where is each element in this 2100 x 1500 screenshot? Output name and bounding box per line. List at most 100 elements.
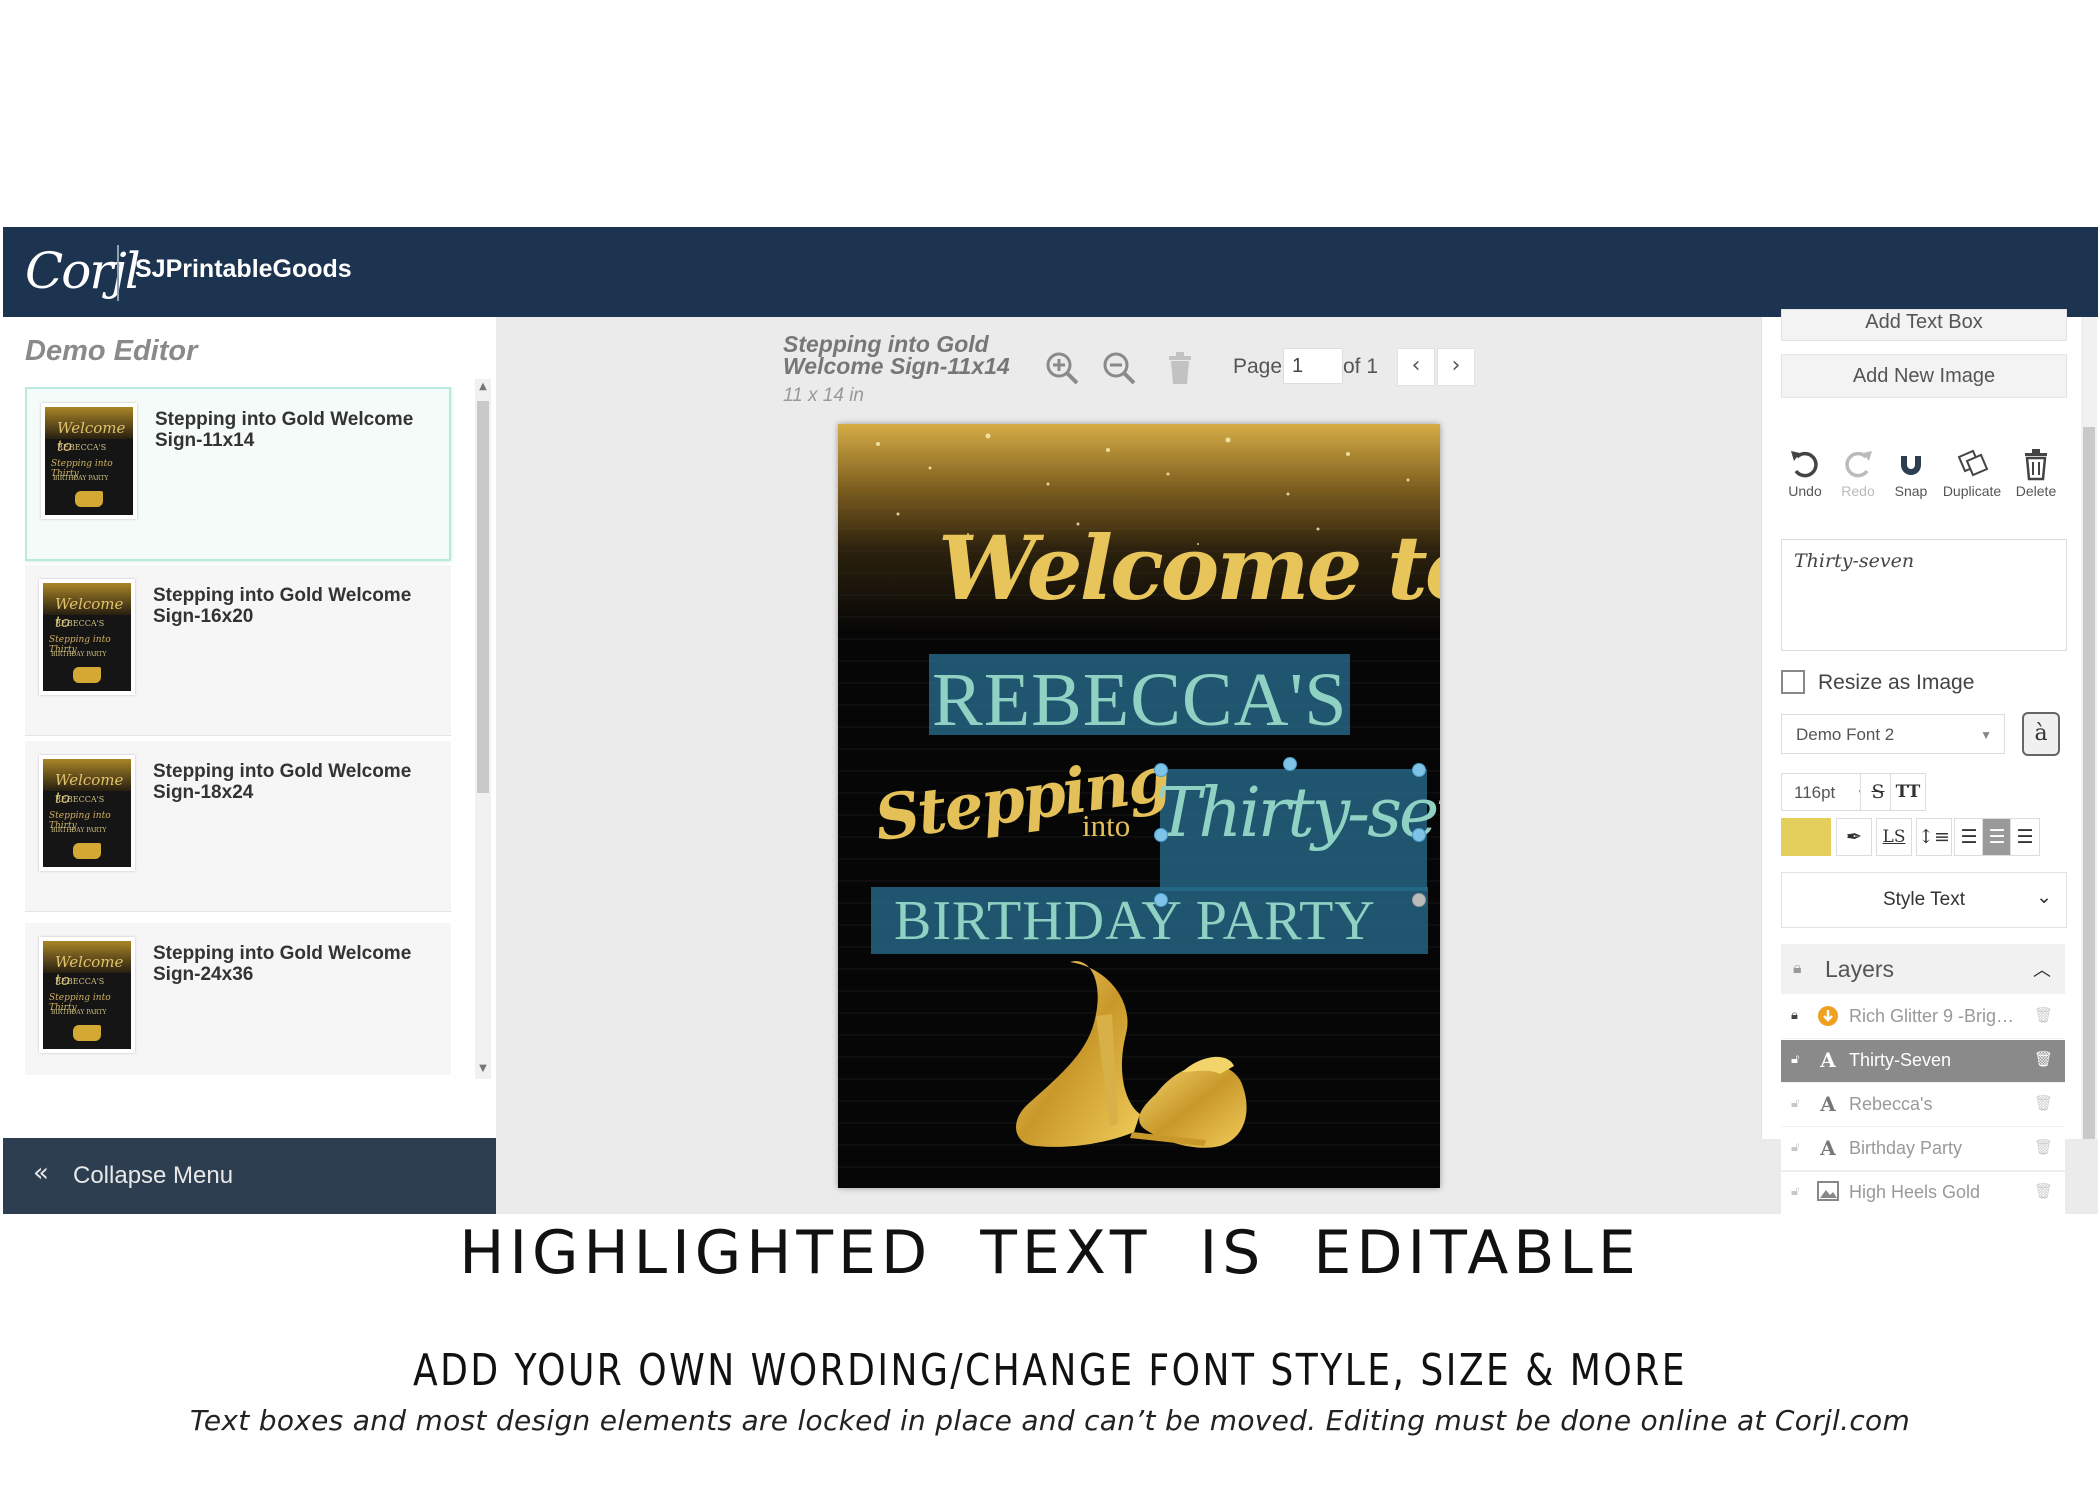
image-layer-icon — [1817, 1181, 1839, 1203]
resize-handle[interactable] — [1154, 828, 1168, 842]
snap-label: Snap — [1894, 483, 1928, 499]
page-label: Page — [1233, 355, 1283, 378]
welcome-to-text: Welcome to — [938, 516, 1440, 620]
resize-handle[interactable] — [1412, 828, 1426, 842]
align-left-button[interactable]: ☰ — [1954, 818, 1984, 856]
trash-icon[interactable]: 🗑︎ — [2034, 1182, 2053, 1200]
layer-row[interactable]: 🔓︎ A Birthday Party 🗑︎ — [1781, 1128, 2065, 1171]
layer-row[interactable]: 🔓︎ A Thirty-Seven 🗑︎ — [1781, 1040, 2065, 1083]
trash-icon[interactable]: 🗑︎ — [2034, 1006, 2053, 1024]
font-size-value: 116pt — [1794, 783, 1836, 802]
layer-name: Birthday Party — [1849, 1138, 1963, 1158]
thirty-seven-text[interactable]: Thirty-seven — [1156, 774, 1440, 853]
add-text-box-button[interactable]: Add Text Box — [1781, 309, 2067, 341]
resize-handle[interactable] — [1154, 893, 1168, 907]
zoom-out-button[interactable] — [1100, 349, 1138, 387]
sidebar-title: Demo Editor — [25, 335, 198, 367]
template-list: Welcome to REBECCA'S Stepping into Thirty B… — [25, 387, 455, 1075]
collapse-menu-label: Collapse Menu — [73, 1162, 234, 1189]
rotate-handle[interactable] — [1283, 757, 1297, 771]
letter-spacing-button[interactable]: LS — [1876, 818, 1912, 856]
undo-button[interactable]: Undo — [1775, 447, 1835, 499]
unlock-icon[interactable]: 🔓︎ — [1791, 1096, 1799, 1111]
trash-icon[interactable]: 🗑︎ — [2034, 1138, 2053, 1156]
next-page-button[interactable]: › — [1437, 348, 1475, 386]
text-layer-icon: A — [1820, 1048, 1836, 1072]
line-height-button[interactable]: ↕≡ — [1916, 818, 1952, 856]
document-size: 11 x 14 in — [783, 385, 864, 406]
corjl-logo[interactable]: Corjl — [25, 241, 141, 301]
layer-row[interactable]: 🔓︎ A Rebecca's 🗑︎ — [1781, 1084, 2065, 1127]
design-canvas[interactable]: Welcome to REBECCA'S Stepping into Thirt… — [838, 424, 1440, 1188]
properties-panel: Add Text Box Add New Image Undo Redo Sna… — [1761, 309, 2098, 1214]
scrollbar-thumb[interactable] — [477, 401, 489, 793]
resize-handle[interactable] — [1412, 763, 1426, 777]
template-thumbnail: Welcome to REBECCA'S Stepping into Thirty B… — [39, 579, 135, 695]
delete-button[interactable]: Delete — [2006, 447, 2066, 499]
layers-header[interactable]: 🔒︎ Layers ︿ — [1781, 944, 2065, 994]
template-list-scrollbar[interactable]: ▲ ▼ — [475, 379, 491, 1079]
text-content-editor[interactable]: Thirty-seven — [1781, 539, 2067, 651]
glyphs-button[interactable]: à — [2022, 712, 2060, 756]
scale-handle[interactable] — [1412, 893, 1426, 907]
resize-as-image-checkbox[interactable] — [1781, 670, 1805, 694]
rebecca-text[interactable]: REBECCA'S — [932, 657, 1347, 744]
chevron-right-icon: › — [1451, 353, 1461, 378]
unlock-icon[interactable]: 🔓︎ — [1791, 1140, 1799, 1155]
template-thumbnail: Welcome to REBECCA'S Stepping into Thirty B… — [41, 403, 137, 519]
lock-icon[interactable]: 🔒︎ — [1791, 1008, 1798, 1023]
magnet-icon — [1901, 451, 1921, 475]
duplicate-label: Duplicate — [1942, 483, 2002, 499]
layer-row[interactable]: 🔒︎ Rich Glitter 9 -Bright Gold 🗑︎ — [1781, 996, 2065, 1039]
unlock-icon[interactable]: 🔓︎ — [1791, 1184, 1799, 1199]
style-text-dropdown[interactable]: Style Text ⌄ — [1781, 872, 2067, 928]
logo-divider — [117, 245, 119, 301]
text-content-value[interactable]: Thirty-seven — [1794, 550, 1914, 572]
into-text: into — [1082, 808, 1131, 843]
duplicate-button[interactable]: Duplicate — [1934, 447, 2010, 499]
template-item[interactable]: Welcome to REBECCA'S Stepping into Thirty B… — [25, 741, 451, 912]
birthday-party-text[interactable]: BIRTHDAY PARTY — [894, 889, 1376, 953]
prev-page-button[interactable]: ‹ — [1397, 348, 1435, 386]
document-title: Stepping into Gold Welcome Sign-11x14 — [783, 331, 1010, 379]
page-number-input[interactable] — [1283, 348, 1343, 384]
align-right-icon: ☰ — [2016, 826, 2034, 848]
delete-page-button[interactable] — [1161, 349, 1199, 387]
shop-name[interactable]: SJPrintableGoods — [135, 255, 352, 284]
properties-scrollbar[interactable] — [2081, 317, 2097, 1139]
trash-icon[interactable]: 🗑︎ — [2034, 1094, 2053, 1112]
resize-as-image-label[interactable]: Resize as Image — [1818, 671, 1974, 695]
text-color-swatch[interactable] — [1781, 818, 1831, 856]
font-family-select[interactable]: Demo Font 2 ▼ — [1781, 714, 2005, 754]
snap-button[interactable]: Snap — [1881, 447, 1941, 499]
scroll-up-icon[interactable]: ▲ — [477, 381, 489, 392]
resize-handle[interactable] — [1154, 763, 1168, 777]
style-text-label: Style Text — [1882, 889, 1966, 910]
eyedropper-button[interactable]: ✒ — [1836, 818, 1872, 856]
headline-caption: HIGHLIGHTED TEXT IS EDITABLE — [459, 1218, 1641, 1288]
double-chevron-left-icon: « — [33, 1158, 49, 1188]
align-center-button[interactable]: ☰ — [1982, 818, 2012, 856]
layer-row[interactable]: 🔓︎ High Heels Gold 🗑︎ — [1781, 1172, 2065, 1214]
zoom-in-icon — [1046, 352, 1079, 385]
template-item[interactable]: Welcome to REBECCA'S Stepping into Thirty B… — [25, 387, 451, 561]
layer-name: Rich Glitter 9 -Bright Gold — [1849, 1006, 2019, 1026]
align-right-button[interactable]: ☰ — [2010, 818, 2040, 856]
scrollbar-thumb[interactable] — [2083, 427, 2095, 1139]
undo-label: Undo — [1788, 483, 1822, 499]
all-caps-button[interactable]: TT — [1890, 773, 1926, 811]
chevron-up-icon: ︿ — [2033, 960, 2051, 981]
collapse-menu-button[interactable]: « Collapse Menu — [3, 1138, 496, 1214]
scroll-down-icon[interactable]: ▼ — [477, 1063, 489, 1074]
template-item[interactable]: Welcome to REBECCA'S Stepping into Thirty B… — [25, 565, 451, 736]
text-layer-icon: A — [1820, 1136, 1836, 1160]
corjl-editor-window: Corjl SJPrintableGoods Demo Editor Welco… — [3, 227, 2098, 1214]
unlock-icon[interactable]: 🔓︎ — [1791, 1052, 1799, 1067]
glitter-layer-icon — [1817, 1005, 1839, 1027]
layers-title: Layers — [1825, 956, 1895, 982]
template-item[interactable]: Welcome to REBECCA'S Stepping into Thirty B… — [25, 923, 451, 1075]
trash-icon[interactable]: 🗑︎ — [2034, 1050, 2053, 1068]
add-new-image-button[interactable]: Add New Image — [1781, 354, 2067, 398]
redo-button[interactable]: Redo — [1828, 447, 1888, 499]
zoom-in-button[interactable] — [1043, 349, 1081, 387]
